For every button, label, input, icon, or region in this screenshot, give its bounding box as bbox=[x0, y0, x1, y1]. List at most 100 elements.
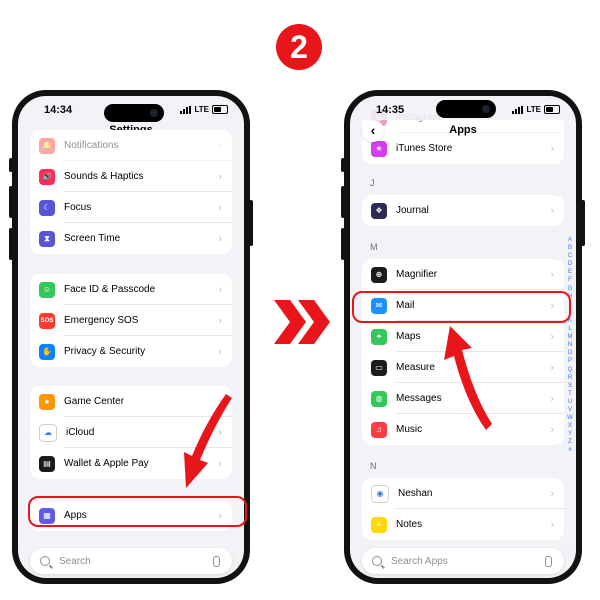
hand-icon: ✋ bbox=[39, 343, 55, 360]
cloud-icon: ☁ bbox=[39, 423, 57, 442]
power-button bbox=[249, 200, 253, 246]
settings-group-notifications: 🔔 Notifications › 🔊 Sounds & Haptics › ☾ Focus ›… bbox=[30, 130, 232, 254]
speaker-icon: 🔊 bbox=[39, 168, 55, 185]
section-header-j: J bbox=[370, 178, 375, 188]
row-label: Face ID & Passcode bbox=[64, 284, 156, 295]
app-item-itunes-store[interactable]: ★ iTunes Store › bbox=[362, 133, 564, 164]
magnifier-icon: ⊕ bbox=[371, 266, 387, 283]
app-item-music[interactable]: ♫ Music › bbox=[362, 414, 564, 445]
row-label: Measure bbox=[396, 362, 435, 373]
search-icon bbox=[40, 556, 50, 566]
row-label: Notes bbox=[396, 519, 423, 530]
maps-icon: ⌖ bbox=[371, 328, 387, 345]
music-icon: ♫ bbox=[371, 421, 387, 438]
search-icon bbox=[372, 556, 382, 566]
chevron-right-icon: › bbox=[218, 283, 222, 296]
chevron-right-icon: › bbox=[218, 201, 222, 214]
action-button bbox=[9, 158, 13, 172]
volume-down-button bbox=[9, 228, 13, 260]
volume-up-button bbox=[341, 186, 345, 218]
apps-row-highlight bbox=[28, 496, 247, 527]
apps-search-bar[interactable]: Search Apps bbox=[362, 548, 564, 574]
settings-group-services: ● Game Center › ☁ iCloud › ▤ Wallet & Apple Pay… bbox=[30, 386, 232, 479]
settings-group-security: ☺ Face ID & Passcode › SOS Emergency SOS › ✋ Pr… bbox=[30, 274, 232, 367]
journal-icon: ❖ bbox=[371, 202, 387, 219]
app-item-measure[interactable]: ▭ Measure › bbox=[362, 352, 564, 383]
settings-item-notifications[interactable]: 🔔 Notifications › bbox=[30, 130, 232, 161]
chevron-right-icon: › bbox=[218, 232, 222, 245]
settings-item-sounds-haptics[interactable]: 🔊 Sounds & Haptics › bbox=[30, 161, 232, 192]
sos-icon: SOS bbox=[39, 312, 55, 329]
messages-icon: ◍ bbox=[371, 390, 387, 407]
settings-item-face-id-passcode[interactable]: ☺ Face ID & Passcode › bbox=[30, 274, 232, 305]
apps-group-m: ⊕ Magnifier › ✉ Mail › ⌖ Maps › ▭ Measure › ◍ Message… bbox=[362, 259, 564, 445]
settings-item-emergency-sos[interactable]: SOS Emergency SOS › bbox=[30, 305, 232, 336]
status-time: 14:34 bbox=[44, 104, 73, 116]
apps-screen: ◎Instagram›★iTunes Store› 14:35 LTE ‹ Ap… bbox=[350, 96, 576, 578]
double-chevron-right-icon bbox=[274, 300, 330, 344]
volume-up-button bbox=[9, 186, 13, 218]
settings-item-wallet-apple-pay[interactable]: ▤ Wallet & Apple Pay › bbox=[30, 448, 232, 479]
row-label: Notifications bbox=[64, 140, 119, 151]
app-item-magnifier[interactable]: ⊕ Magnifier › bbox=[362, 259, 564, 290]
neshan-icon: ◉ bbox=[371, 484, 389, 503]
camera-icon bbox=[150, 109, 158, 117]
search-input[interactable]: Search bbox=[59, 556, 213, 567]
page-title: Apps bbox=[449, 124, 477, 136]
chevron-right-icon: › bbox=[218, 170, 222, 183]
app-item-notes[interactable]: ≡ Notes › bbox=[362, 509, 564, 540]
app-item-neshan[interactable]: ◉ Neshan › bbox=[362, 478, 564, 509]
row-label: Maps bbox=[396, 331, 421, 342]
chevron-right-icon: › bbox=[550, 423, 554, 436]
action-button bbox=[341, 158, 345, 172]
row-label: Privacy & Security bbox=[64, 346, 146, 357]
row-label: Sounds & Haptics bbox=[64, 171, 144, 182]
settings-item-screen-time[interactable]: ⧗ Screen Time › bbox=[30, 223, 232, 254]
apps-group-j: ❖ Journal › bbox=[362, 195, 564, 226]
power-button bbox=[581, 200, 585, 246]
bell-icon: 🔔 bbox=[39, 137, 55, 154]
chevron-right-icon: › bbox=[550, 204, 554, 217]
settings-item-focus[interactable]: ☾ Focus › bbox=[30, 192, 232, 223]
chevron-right-icon: › bbox=[550, 330, 554, 343]
battery-icon bbox=[212, 105, 228, 114]
chevron-right-icon: › bbox=[218, 426, 222, 439]
moon-icon: ☾ bbox=[39, 199, 55, 216]
signal-icon bbox=[512, 105, 524, 114]
microphone-icon[interactable] bbox=[213, 555, 220, 567]
chevron-right-icon: › bbox=[218, 314, 222, 327]
row-label: Journal bbox=[396, 205, 429, 216]
row-label: Magnifier bbox=[396, 269, 438, 280]
row-label: Game Center bbox=[64, 396, 125, 407]
search-apps-input[interactable]: Search Apps bbox=[391, 556, 545, 567]
alphabet-index[interactable]: A B C D E F G H I J K L M N O P Q R S T … bbox=[566, 236, 574, 455]
settings-item-game-center[interactable]: ● Game Center › bbox=[30, 386, 232, 417]
mail-row-highlight bbox=[352, 291, 571, 323]
row-label: Focus bbox=[64, 202, 92, 213]
app-item-journal[interactable]: ❖ Journal › bbox=[362, 195, 564, 226]
chevron-right-icon: › bbox=[550, 518, 554, 531]
signal-icon bbox=[180, 105, 192, 114]
app-item-messages[interactable]: ◍ Messages › bbox=[362, 383, 564, 414]
camera-icon bbox=[482, 105, 490, 113]
notes-icon: ≡ bbox=[371, 516, 387, 533]
row-label: iCloud bbox=[66, 427, 95, 438]
microphone-icon[interactable] bbox=[545, 555, 552, 567]
dynamic-island bbox=[104, 104, 164, 122]
itunes-store-icon: ★ bbox=[371, 140, 387, 157]
app-item-maps[interactable]: ⌖ Maps › bbox=[362, 321, 564, 352]
measure-icon: ▭ bbox=[371, 359, 387, 376]
settings-search-bar[interactable]: Search bbox=[30, 548, 232, 574]
chevron-right-icon: › bbox=[550, 392, 554, 405]
chevron-right-icon: › bbox=[550, 268, 554, 281]
chevron-right-icon: › bbox=[550, 142, 554, 155]
row-label: Screen Time bbox=[64, 233, 121, 244]
settings-item-privacy-security[interactable]: ✋ Privacy & Security › bbox=[30, 336, 232, 367]
chevron-right-icon: › bbox=[550, 361, 554, 374]
row-label: Wallet & Apple Pay bbox=[64, 458, 149, 469]
settings-item-icloud[interactable]: ☁ iCloud › bbox=[30, 417, 232, 448]
phone-apps: ◎Instagram›★iTunes Store› 14:35 LTE ‹ Ap… bbox=[341, 90, 585, 584]
network-type: LTE bbox=[194, 105, 209, 114]
row-label: iTunes Store bbox=[396, 143, 453, 154]
dynamic-island bbox=[436, 100, 496, 118]
